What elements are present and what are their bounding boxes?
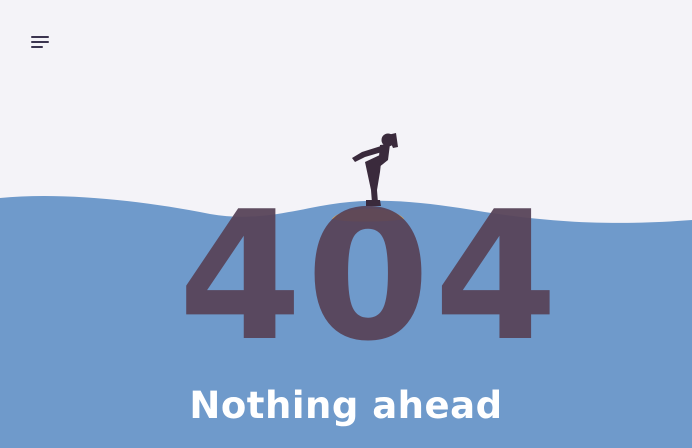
illustration: 404	[0, 133, 692, 448]
headline: Nothing ahead	[189, 384, 503, 427]
